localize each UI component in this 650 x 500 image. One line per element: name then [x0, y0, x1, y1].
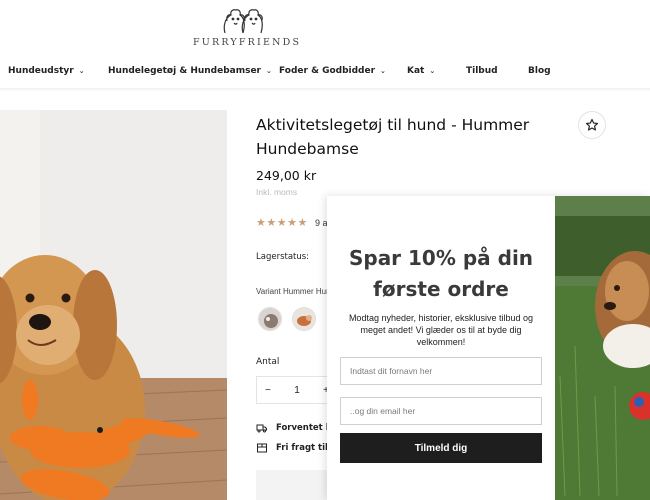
popup-subtitle: Modtag nyheder, historier, eksklusive ti…	[348, 313, 534, 347]
brand-logo[interactable]: FURRYFRIENDS	[193, 6, 302, 50]
rating-stars[interactable]: ★★★★★	[256, 216, 308, 229]
popup-title: Spar 10% på din første ordre	[348, 246, 534, 301]
chevron-down-icon: ⌄	[78, 67, 85, 75]
variant-label: Variant Hummer Hun	[256, 287, 331, 296]
main-nav: Hundeudstyr ⌄ Hundelegetøj & Hundebamser ⌄…	[0, 62, 650, 82]
nav-label: Hundelegetøj & Hundebamser	[108, 66, 261, 76]
dogs-logo-icon	[223, 9, 263, 34]
quantity-label: Antal	[256, 357, 280, 367]
quantity-stepper: − 1 +	[256, 376, 338, 404]
wishlist-button[interactable]	[578, 111, 606, 139]
product-title: Aktivitetslegetøj til hund - Hummer Hund…	[256, 116, 530, 158]
variant-thumbnail	[293, 308, 315, 330]
stock-label: Lagerstatus:	[256, 252, 310, 262]
nav-item-blog[interactable]: Blog	[528, 66, 551, 76]
nav-item-hundeudstyr[interactable]: Hundeudstyr ⌄	[8, 66, 85, 76]
rating-count[interactable]: 9 a	[315, 218, 328, 228]
nav-label: Kat	[407, 66, 425, 76]
nav-label: Tilbud	[466, 66, 498, 76]
nav-label: Blog	[528, 66, 551, 76]
star-outline-icon	[585, 118, 599, 131]
product-price: 249,00 kr	[256, 168, 317, 183]
nav-label: Hundeudstyr	[8, 66, 74, 76]
nav-item-kat[interactable]: Kat ⌄	[407, 66, 435, 76]
chevron-down-icon: ⌄	[380, 67, 386, 75]
subscribe-button[interactable]: Tilmeld dig	[340, 433, 542, 463]
newsletter-popup: Spar 10% på din første ordre Modtag nyhe…	[327, 196, 650, 500]
nav-item-hundelegetoj[interactable]: Hundelegetøj & Hundebamser ⌄	[108, 66, 272, 76]
dog-with-lobster-photo	[0, 110, 227, 500]
quantity-value[interactable]: 1	[294, 385, 300, 396]
tax-note: Inkl. moms	[256, 187, 298, 197]
popup-dog-photo	[555, 196, 650, 500]
nav-item-foder[interactable]: Foder & Godbidder ⌄	[279, 66, 386, 76]
email-input[interactable]	[340, 397, 542, 425]
variant-swatch-1[interactable]	[258, 307, 282, 331]
variant-thumbnail	[259, 308, 281, 330]
first-name-input[interactable]	[340, 357, 542, 385]
brand-name: FURRYFRIENDS	[193, 37, 302, 48]
truck-icon	[256, 424, 267, 433]
chevron-down-icon: ⌄	[429, 67, 436, 75]
nav-item-tilbud[interactable]: Tilbud	[466, 66, 498, 76]
quantity-decrease-button[interactable]: −	[265, 385, 271, 396]
chevron-down-icon: ⌄	[266, 67, 272, 75]
add-to-cart-area	[256, 470, 328, 500]
variant-swatch-2[interactable]	[292, 307, 316, 331]
newsletter-form: Spar 10% på din første ordre Modtag nyhe…	[327, 196, 555, 500]
box-icon	[257, 443, 267, 453]
dog-in-grass-photo	[555, 196, 650, 500]
header-divider	[0, 88, 650, 92]
nav-label: Foder & Godbidder	[279, 66, 376, 76]
shipping-info: Fri fragt til p	[256, 442, 337, 454]
product-image[interactable]	[0, 110, 227, 500]
